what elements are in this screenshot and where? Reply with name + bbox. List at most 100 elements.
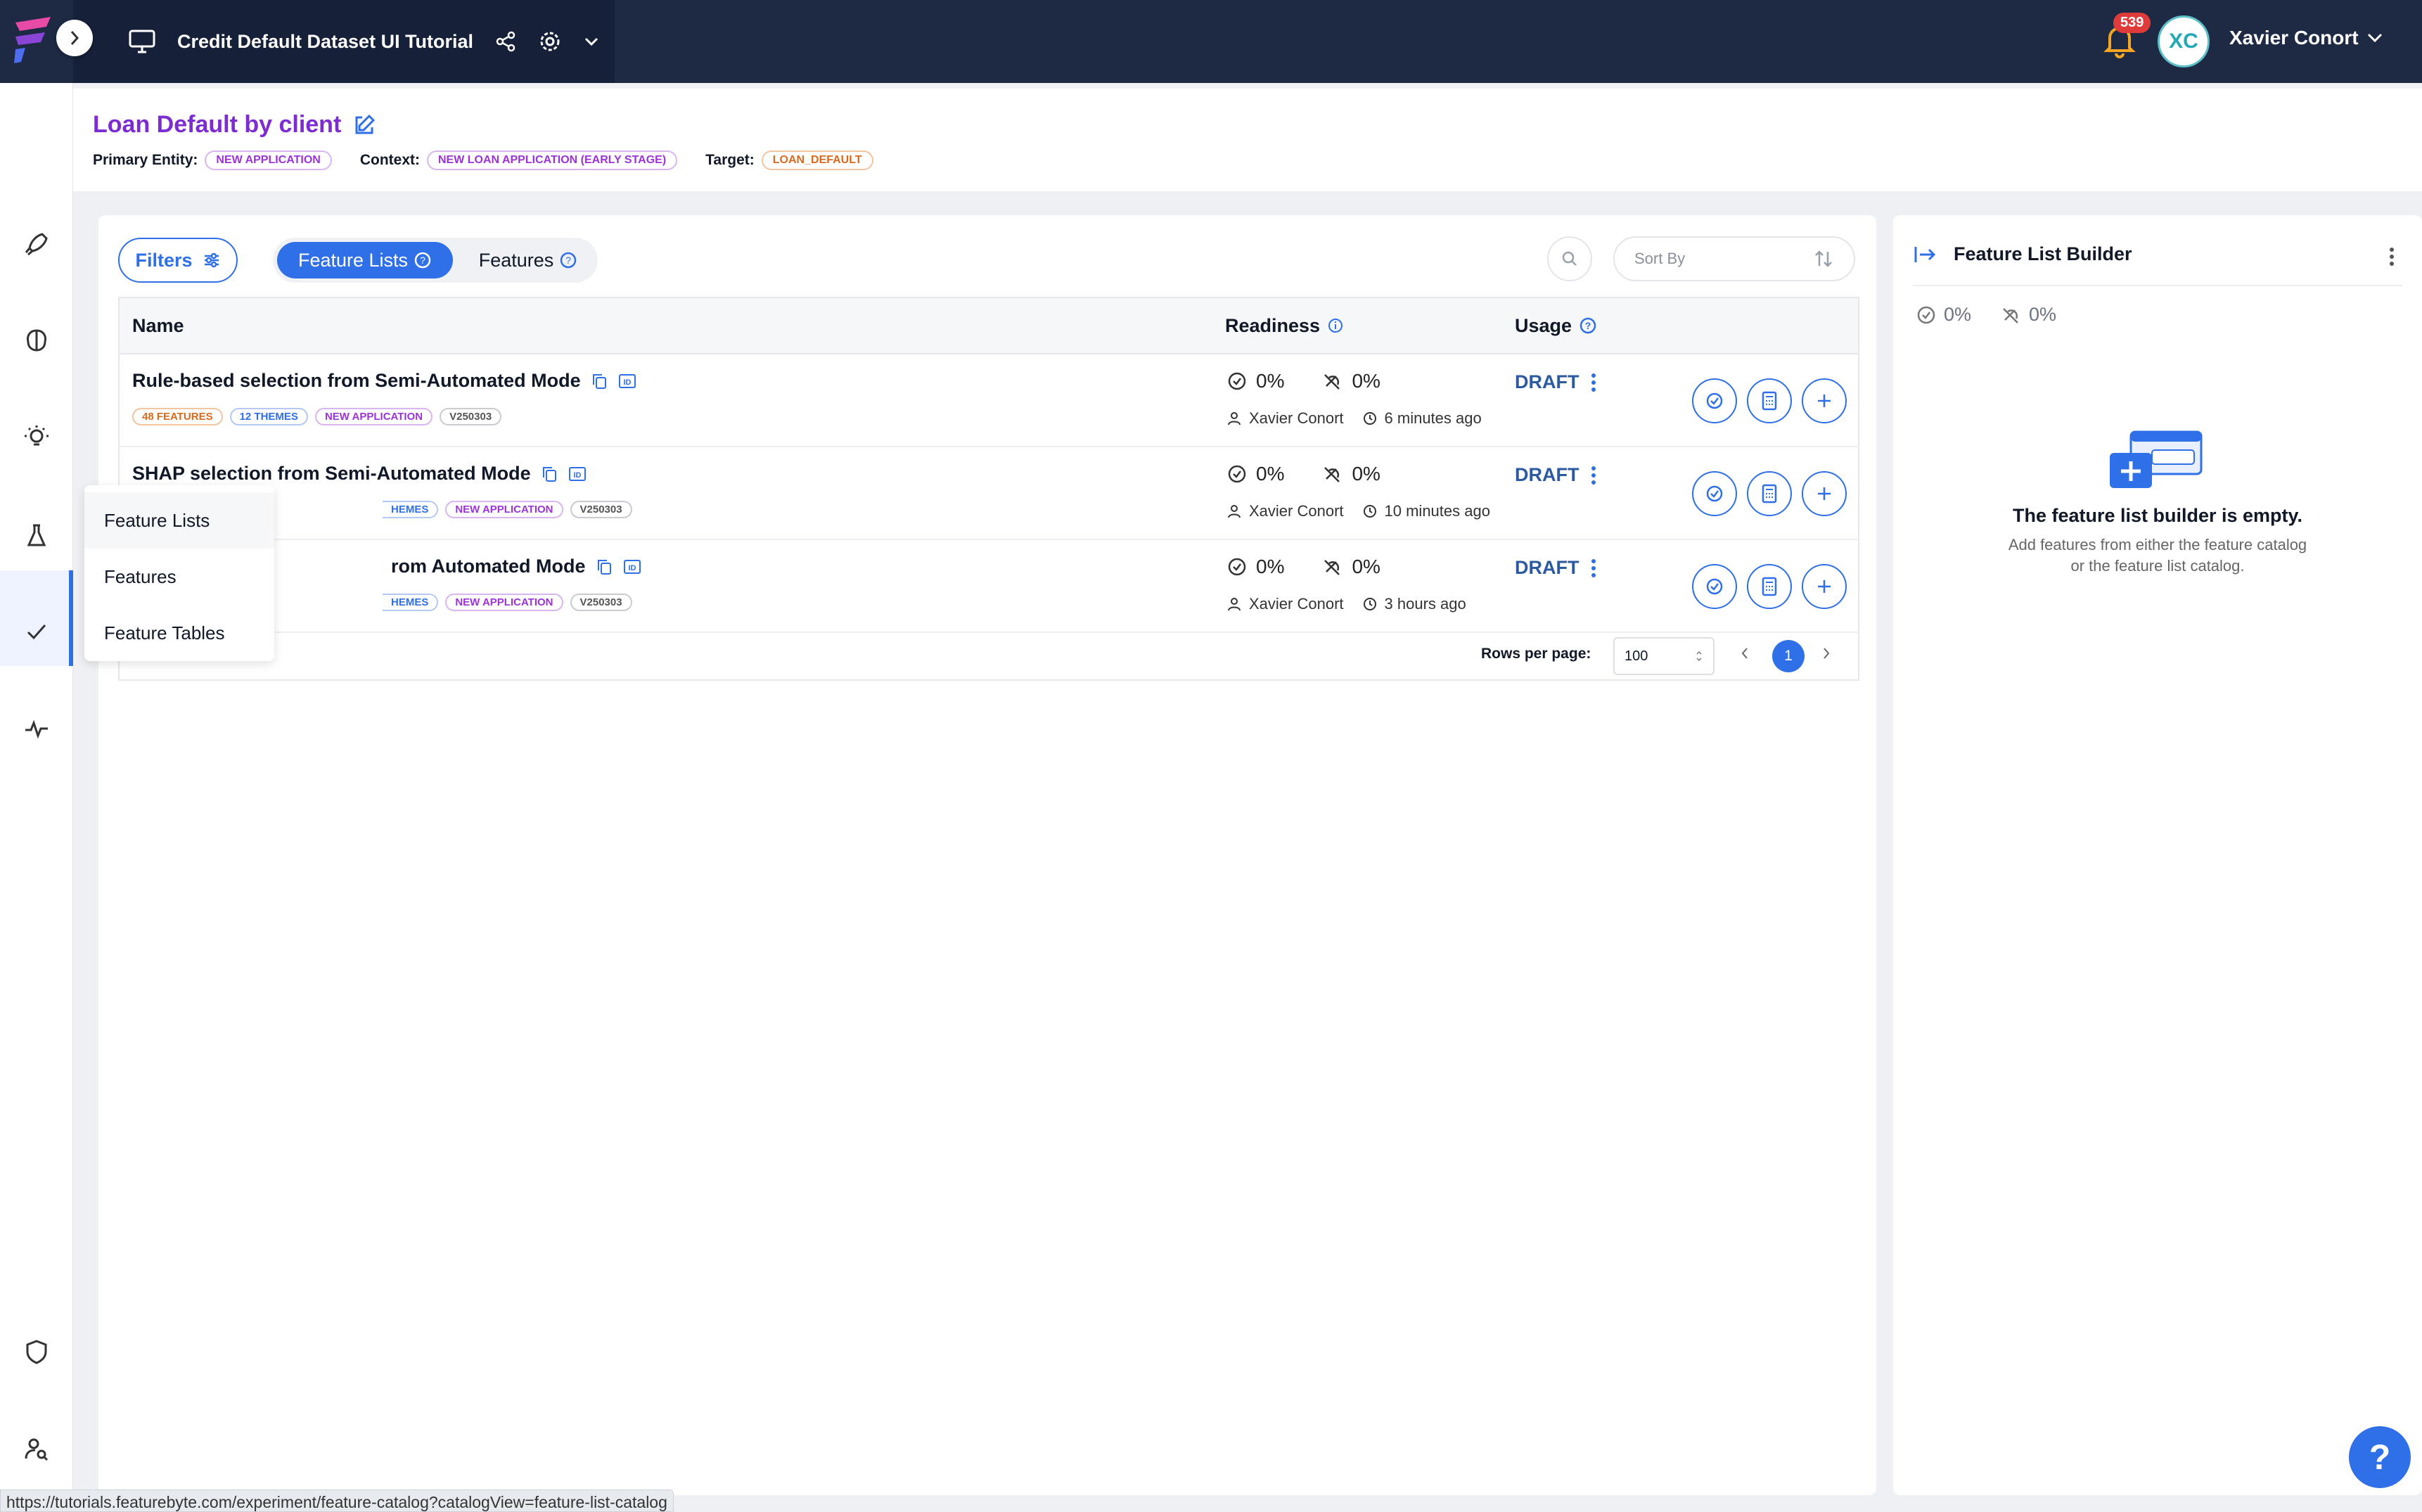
sidebar-item-rocket[interactable]: [20, 227, 53, 261]
builder-title: Feature List Builder: [1954, 243, 2132, 264]
sidebar-item-monitor[interactable]: [20, 712, 53, 745]
row-tags: 48 FEATURES 12 THEMES NEW APPLICATION V2…: [132, 408, 502, 425]
add-button[interactable]: [1802, 378, 1847, 423]
tab-feature-lists[interactable]: Feature Lists ?: [277, 242, 453, 278]
search-button[interactable]: [1547, 236, 1592, 281]
offline-icon: [1324, 560, 1340, 575]
sidebar-item-user-search[interactable]: [20, 1432, 53, 1466]
row-meta: Xavier Conort 3 hours ago: [1226, 595, 1466, 613]
owner-name: Xavier Conort: [1249, 595, 1344, 613]
menu-item-features[interactable]: Features: [84, 549, 274, 605]
sidebar-item-brain[interactable]: [20, 323, 53, 357]
sort-placeholder: Sort By: [1634, 250, 1686, 267]
row-name[interactable]: Rule-based selection from Semi-Automated…: [132, 370, 637, 392]
calculator-icon: [1762, 484, 1777, 504]
avatar[interactable]: XC: [2158, 15, 2210, 68]
owner-name: Xavier Conort: [1249, 409, 1344, 427]
sort-by-select[interactable]: Sort By: [1613, 236, 1855, 281]
add-button[interactable]: [1802, 471, 1847, 516]
rows-per-page-select[interactable]: 100: [1613, 637, 1715, 675]
sidebar-item-ideas[interactable]: [20, 421, 53, 454]
kebab-menu-icon[interactable]: [2388, 246, 2395, 267]
column-name[interactable]: Name: [132, 315, 184, 337]
lightbulb-icon: [25, 425, 49, 446]
approve-button[interactable]: [1692, 471, 1737, 516]
help-circle-icon[interactable]: ?: [1579, 316, 1597, 335]
updated-time: 3 hours ago: [1384, 595, 1466, 613]
expand-sidebar-button[interactable]: [56, 20, 93, 56]
search-icon: [1562, 251, 1577, 266]
id-icon[interactable]: ID: [617, 372, 637, 390]
page-title: Loan Default by client: [93, 111, 342, 138]
help-circle-icon[interactable]: ?: [559, 251, 577, 269]
table-row[interactable]: rom Automated Mode ID HEMES NEW APPLICAT…: [120, 540, 1858, 633]
calculator-button[interactable]: [1747, 471, 1792, 516]
rows-per-page-value: 100: [1625, 648, 1648, 664]
feature-list-name[interactable]: rom Automated Mode: [391, 556, 586, 577]
row-actions: [1692, 378, 1847, 423]
info-icon[interactable]: [1327, 317, 1344, 334]
sidebar: [0, 83, 73, 1512]
user-name[interactable]: Xavier Conort: [2229, 27, 2359, 49]
menu-item-feature-lists[interactable]: Feature Lists: [84, 492, 274, 549]
entity-badge: NEW APPLICATION: [445, 501, 563, 518]
entity-badge: NEW APPLICATION: [314, 408, 433, 425]
sidebar-item-experiment[interactable]: [20, 518, 53, 552]
user-menu-chevron-icon[interactable]: [2364, 31, 2385, 45]
row-name[interactable]: rom Automated Mode ID: [391, 556, 642, 577]
copy-icon[interactable]: [591, 372, 608, 390]
readiness-percent: 0%: [1256, 370, 1285, 392]
gear-icon[interactable]: [538, 30, 562, 53]
table-row[interactable]: Rule-based selection from Semi-Automated…: [120, 354, 1858, 447]
kebab-menu-icon[interactable]: [1590, 558, 1597, 579]
collapse-panel-icon[interactable]: [1913, 244, 1937, 265]
tab-features[interactable]: Features ?: [461, 242, 595, 278]
copy-icon[interactable]: [541, 465, 558, 483]
feature-list-name[interactable]: SHAP selection from Semi-Automated Mode: [132, 463, 531, 485]
column-usage[interactable]: Usage ?: [1515, 315, 1597, 337]
help-circle-icon[interactable]: ?: [414, 251, 432, 269]
edit-icon[interactable]: [352, 113, 376, 137]
add-button[interactable]: [1802, 564, 1847, 609]
help-button[interactable]: ?: [2349, 1426, 2411, 1488]
share-icon[interactable]: [494, 30, 517, 53]
filters-button[interactable]: Filters: [118, 238, 238, 283]
features-count-badge: 48 FEATURES: [132, 408, 223, 425]
column-readiness[interactable]: Readiness: [1225, 315, 1344, 337]
target-label: Target:: [705, 152, 755, 168]
project-selector[interactable]: Credit Default Dataset UI Tutorial: [73, 0, 615, 83]
kebab-menu-icon[interactable]: [1590, 465, 1597, 486]
id-icon[interactable]: ID: [622, 558, 642, 576]
chevron-right-icon[interactable]: [1821, 646, 1831, 661]
chevron-down-icon[interactable]: [583, 36, 600, 47]
owner-name: Xavier Conort: [1249, 502, 1344, 520]
sidebar-item-approve[interactable]: [20, 615, 53, 648]
target-badge: LOAN_DEFAULT: [761, 150, 873, 170]
sidebar-item-security[interactable]: [20, 1335, 53, 1369]
status-label: DRAFT: [1515, 371, 1580, 392]
chevron-left-icon[interactable]: [1740, 646, 1750, 661]
kebab-menu-icon[interactable]: [1590, 372, 1597, 393]
row-name[interactable]: SHAP selection from Semi-Automated Mode …: [132, 463, 587, 485]
calculator-button[interactable]: [1747, 378, 1792, 423]
builder-empty-description: Add features from either the feature cat…: [1893, 534, 2422, 577]
version-badge: V250303: [570, 501, 632, 518]
copy-icon[interactable]: [596, 558, 613, 576]
rows-per-page-label: Rows per page:: [1481, 646, 1591, 662]
online-percent: 0%: [1352, 370, 1380, 392]
entity-badge: NEW APPLICATION: [445, 594, 563, 611]
feature-list-name[interactable]: Rule-based selection from Semi-Automated…: [132, 370, 581, 392]
menu-item-feature-tables[interactable]: Feature Tables: [84, 605, 274, 661]
status-label: DRAFT: [1515, 464, 1580, 485]
featurebyte-logo-icon[interactable]: [10, 13, 59, 69]
check-circle-icon: [1228, 465, 1246, 483]
approve-button[interactable]: [1692, 378, 1737, 423]
approve-button[interactable]: [1692, 564, 1737, 609]
calculator-button[interactable]: [1747, 564, 1792, 609]
id-icon[interactable]: ID: [568, 465, 587, 483]
feature-list-builder-panel: Feature List Builder 0% 0% The feature l…: [1893, 215, 2422, 1495]
column-readiness-label: Readiness: [1225, 314, 1321, 336]
table-row[interactable]: SHAP selection from Semi-Automated Mode …: [120, 447, 1858, 540]
plus-icon: [1818, 395, 1831, 407]
current-page-button[interactable]: 1: [1772, 640, 1805, 672]
